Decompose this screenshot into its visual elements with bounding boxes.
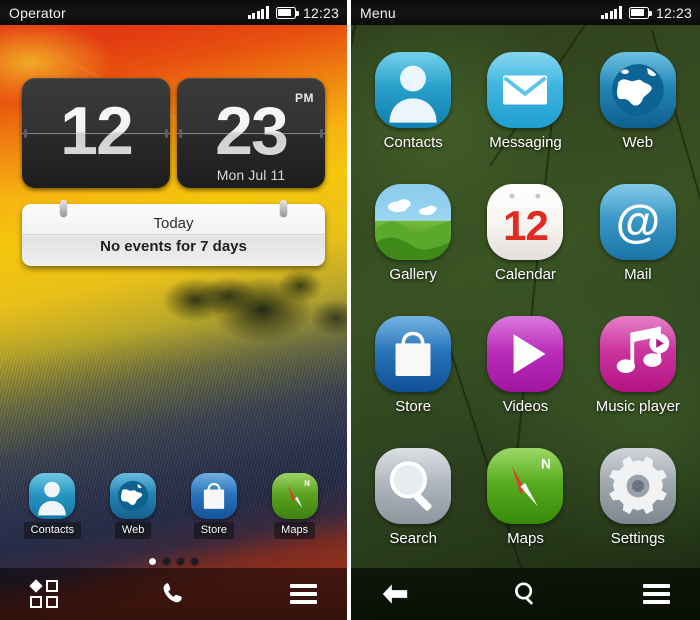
search-icon [375,448,452,525]
hamburger-menu-icon [642,584,670,604]
app-label: Messaging [489,133,562,151]
clock-ampm: PM [295,91,314,105]
app-item-contacts[interactable]: Contacts [357,35,469,167]
dock-item-store[interactable]: Store [178,473,250,539]
app-item-videos[interactable]: Videos [469,300,581,432]
maps-compass-icon: N [487,448,564,525]
dialer-button[interactable] [152,575,196,613]
app-label: Contacts [383,133,443,151]
calendar-day-number: 12 [503,201,549,249]
app-item-search[interactable]: Search [357,432,469,564]
status-clock: 12:23 [655,4,692,21]
status-bar-menu: Menu 12:23 [351,0,700,25]
screenshot-root: Operator 12:23 12 23 PM Mon Jul 11 Today… [0,0,700,620]
clip-left-icon [60,200,67,216]
calendar-widget-title: Today [153,215,194,232]
page-dot-1[interactable] [149,558,156,565]
app-label: Mail [624,265,652,283]
dock-label: Contacts [23,522,82,539]
svg-text:N: N [304,479,310,488]
compass-north-label: N [541,457,551,472]
app-menu-panel: Menu 12:23 Contacts Messaging Web Galler… [351,0,700,620]
app-item-maps[interactable]: N Maps [469,432,581,564]
messaging-icon [487,51,564,128]
status-bar-home: Operator 12:23 [0,0,347,25]
dock-bar: Contacts Web Store N Maps [0,473,347,553]
app-label: Music player [595,398,680,416]
signal-bars-icon [600,6,622,19]
app-label: Store [395,398,432,416]
apps-grid-icon [29,579,58,608]
app-item-mail[interactable]: @ Mail [582,167,694,299]
signal-bars-icon [247,6,269,19]
dock-label: Maps [274,522,316,539]
home-toolbar [0,568,347,620]
operator-name: Operator [9,4,66,21]
page-dot-3[interactable] [177,558,184,565]
app-label: Web [622,133,654,151]
contacts-icon [375,51,452,128]
search-button[interactable] [504,575,548,613]
videos-play-icon [487,316,564,393]
dock-item-contacts[interactable]: Contacts [16,473,88,539]
flip-clock-widget[interactable]: 12 23 PM Mon Jul 11 [22,78,325,188]
app-item-messaging[interactable]: Messaging [469,35,581,167]
maps-icon: N [271,473,318,519]
app-label: Search [389,530,437,548]
app-item-gallery[interactable]: Gallery [357,167,469,299]
app-label: Maps [507,530,544,548]
settings-gear-icon [599,448,676,525]
app-label: Settings [610,530,665,548]
menu-title: Menu [360,4,396,21]
app-item-web[interactable]: Web [582,35,694,167]
music-note-icon [599,316,676,393]
page-indicator[interactable] [0,558,347,565]
web-icon [599,51,676,128]
clip-right-icon [280,200,287,216]
app-item-settings[interactable]: Settings [582,432,694,564]
page-dot-2[interactable] [163,558,170,565]
calendar-widget-events: No events for 7 days [100,238,247,255]
dock-label: Store [193,522,235,539]
phone-handset-icon [163,583,182,603]
svg-text:@: @ [616,196,660,247]
app-item-store[interactable]: Store [357,300,469,432]
store-icon [190,473,237,519]
mail-at-icon: @ [599,183,676,260]
app-item-music-player[interactable]: Music player [582,300,694,432]
gallery-icon [375,183,452,260]
contacts-icon [29,473,76,519]
store-icon [375,316,452,393]
app-grid: Contacts Messaging Web Gallery 12 Calend… [351,25,700,568]
menu-toolbar [351,568,700,620]
battery-icon [275,6,299,19]
app-label: Videos [502,398,549,416]
apps-grid-button[interactable] [22,575,66,613]
page-dot-4[interactable] [191,558,198,565]
calendar-widget[interactable]: Today No events for 7 days [22,200,325,266]
status-clock: 12:23 [302,4,339,21]
options-menu-button[interactable] [281,575,325,613]
app-label: Calendar [495,265,556,283]
battery-icon [628,6,652,19]
hamburger-menu-icon [289,584,317,604]
clock-hours-card: 12 [22,78,170,188]
app-item-calendar[interactable]: 12 Calendar [469,167,581,299]
homescreen-panel: Operator 12:23 12 23 PM Mon Jul 11 Today… [0,0,347,620]
search-icon [514,582,533,605]
dock-item-maps[interactable]: N Maps [259,473,331,539]
web-icon [110,473,157,519]
app-label: Gallery [389,265,437,283]
back-arrow-icon [382,584,408,604]
calendar-icon: 12 [487,183,564,260]
back-button[interactable] [373,575,417,613]
clock-date: Mon Jul 11 [216,167,286,183]
options-menu-button[interactable] [634,575,678,613]
clock-minutes-card: 23 PM Mon Jul 11 [177,78,325,188]
dock-item-web[interactable]: Web [97,473,169,539]
dock-label: Web [114,522,152,539]
